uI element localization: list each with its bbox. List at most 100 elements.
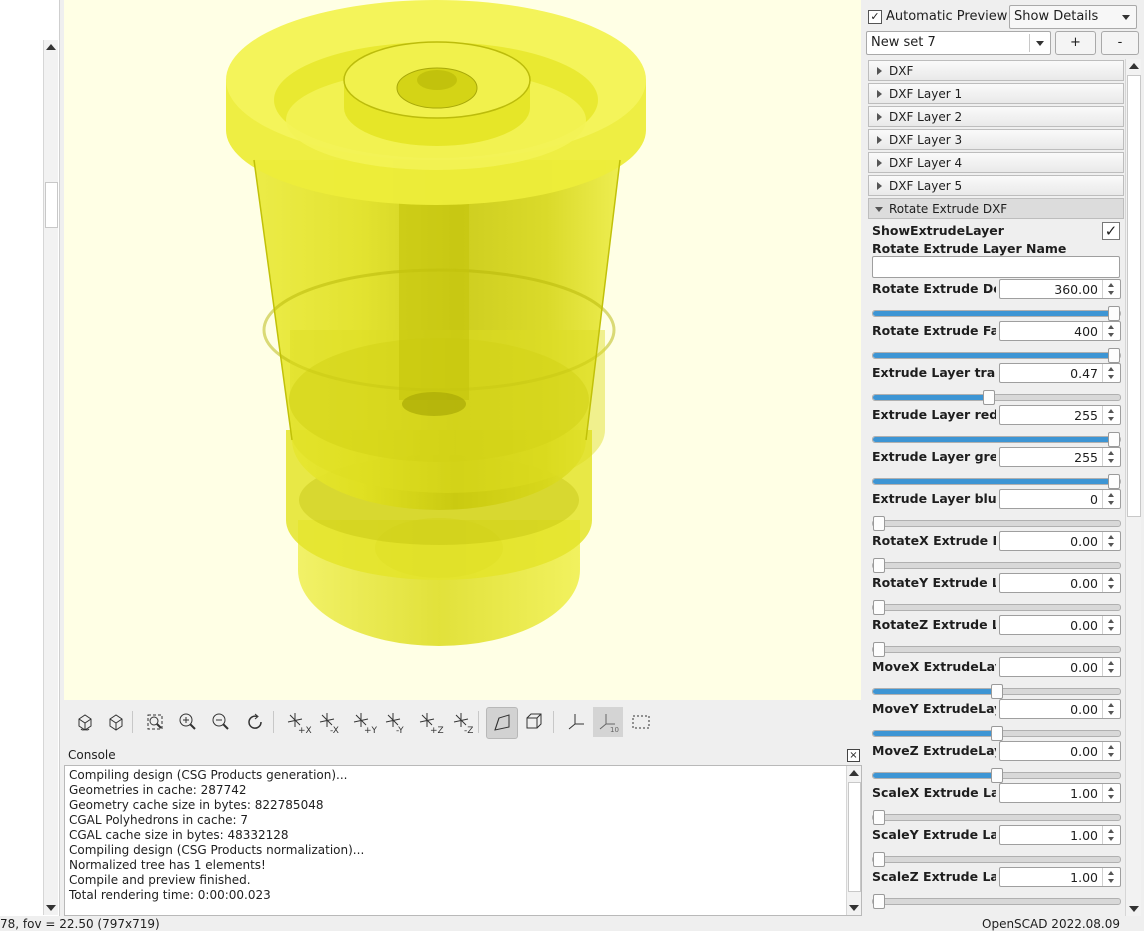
view-left-icon[interactable]: -X [314,707,344,737]
spin-arrows-icon[interactable] [1102,574,1120,592]
spin-arrows-icon[interactable] [1102,280,1120,298]
group-header-dxf-layer-1[interactable]: DXF Layer 1 [868,83,1124,104]
param-6-spinbox[interactable]: 0.00 [999,531,1121,551]
param-3-slider[interactable] [872,432,1121,447]
slider-handle[interactable] [1108,432,1120,447]
slider-handle[interactable] [990,768,1003,783]
slider-handle[interactable] [873,642,885,657]
slider-handle[interactable] [873,894,885,909]
param-13-slider[interactable] [872,852,1121,867]
orthogonal-icon[interactable] [519,707,549,737]
perspective-icon[interactable] [486,707,518,739]
spin-arrows-icon[interactable] [1102,406,1120,424]
param-9-spinbox[interactable]: 0.00 [999,657,1121,677]
scroll-down-arrow-icon[interactable] [46,905,56,911]
parameter-scrollbar[interactable] [1125,59,1141,916]
spin-arrows-icon[interactable] [1102,868,1120,886]
preview-icon[interactable] [70,707,100,737]
reset-view-icon[interactable] [240,707,270,737]
editor-scrollbar[interactable] [43,40,58,915]
slider-handle[interactable] [983,390,996,405]
param-8-slider[interactable] [872,642,1121,657]
render-icon[interactable] [101,707,131,737]
scroll-up-arrow-icon[interactable] [46,44,56,50]
param-0-slider[interactable] [872,306,1121,321]
view-bottom-icon[interactable]: -Z [448,707,478,737]
show-axes-icon[interactable] [561,707,591,737]
show-extrude-layer-checkbox[interactable]: ✓ [1102,222,1120,240]
group-header-dxf-layer-3[interactable]: DXF Layer 3 [868,129,1124,150]
spin-arrows-icon[interactable] [1102,616,1120,634]
automatic-preview-checkbox[interactable]: ✓ [868,10,882,24]
zoom-out-icon[interactable] [206,707,236,737]
group-header-dxf[interactable]: DXF [868,60,1124,81]
spin-arrows-icon[interactable] [1102,322,1120,340]
view-right-icon[interactable]: +X [282,707,312,737]
slider-handle[interactable] [1108,348,1120,363]
param-10-spinbox[interactable]: 0.00 [999,699,1121,719]
param-6-slider[interactable] [872,558,1121,573]
param-12-slider[interactable] [872,810,1121,825]
close-icon[interactable]: × [847,749,860,762]
slider-handle[interactable] [1108,306,1120,321]
slider-handle[interactable] [1108,474,1120,489]
param-3-spinbox[interactable]: 255 [999,405,1121,425]
spin-arrows-icon[interactable] [1102,658,1120,676]
group-header-dxf-layer-4[interactable]: DXF Layer 4 [868,152,1124,173]
scroll-up-arrow-icon[interactable] [849,770,859,776]
param-11-slider[interactable] [872,768,1121,783]
param-11-spinbox[interactable]: 0.00 [999,741,1121,761]
scroll-up-arrow-icon[interactable] [1129,63,1139,69]
editor-scroll-thumb[interactable] [45,182,58,228]
scroll-down-arrow-icon[interactable] [1129,906,1139,912]
show-edges-icon[interactable] [626,707,656,737]
spin-arrows-icon[interactable] [1102,742,1120,760]
spin-arrows-icon[interactable] [1102,364,1120,382]
param-8-spinbox[interactable]: 0.00 [999,615,1121,635]
slider-handle[interactable] [873,516,885,531]
scroll-down-arrow-icon[interactable] [849,905,859,911]
3d-viewport[interactable] [64,0,861,700]
param-0-spinbox[interactable]: 360.00 [999,279,1121,299]
zoom-in-icon[interactable] [173,707,203,737]
group-header-rotate-extrude-dxf[interactable]: Rotate Extrude DXF [868,198,1124,219]
param-10-slider[interactable] [872,726,1121,741]
param-13-spinbox[interactable]: 1.00 [999,825,1121,845]
slider-handle[interactable] [990,726,1003,741]
param-5-slider[interactable] [872,516,1121,531]
param-2-spinbox[interactable]: 0.47 [999,363,1121,383]
spin-arrows-icon[interactable] [1102,784,1120,802]
show-scale-markers-icon[interactable]: 10 [593,707,623,737]
param-14-slider[interactable] [872,894,1121,909]
slider-handle[interactable] [873,852,885,867]
remove-preset-button[interactable]: - [1101,31,1139,55]
spin-arrows-icon[interactable] [1102,700,1120,718]
console-scroll-thumb[interactable] [848,782,861,892]
console-output[interactable]: Compiling design (CSG Products generatio… [64,765,862,916]
group-header-dxf-layer-5[interactable]: DXF Layer 5 [868,175,1124,196]
view-top-icon[interactable]: +Z [414,707,444,737]
slider-handle[interactable] [873,810,885,825]
param-7-slider[interactable] [872,600,1121,615]
param-14-spinbox[interactable]: 1.00 [999,867,1121,887]
preset-select[interactable]: New set 7 [866,31,1051,55]
param-1-slider[interactable] [872,348,1121,363]
add-preset-button[interactable]: + [1055,31,1096,55]
param-4-spinbox[interactable]: 255 [999,447,1121,467]
spin-arrows-icon[interactable] [1102,490,1120,508]
param-1-spinbox[interactable]: 400 [999,321,1121,341]
parameter-scroll-thumb[interactable] [1127,75,1141,517]
spin-arrows-icon[interactable] [1102,826,1120,844]
view-back-icon[interactable]: +Y [348,707,378,737]
slider-handle[interactable] [990,684,1003,699]
param-2-slider[interactable] [872,390,1121,405]
spin-arrows-icon[interactable] [1102,532,1120,550]
slider-handle[interactable] [873,600,885,615]
show-details-select[interactable]: Show Details [1009,5,1137,29]
rotate-extrude-layer-name-input[interactable] [872,256,1120,278]
param-4-slider[interactable] [872,474,1121,489]
group-header-dxf-layer-2[interactable]: DXF Layer 2 [868,106,1124,127]
console-scrollbar[interactable] [846,766,861,915]
slider-handle[interactable] [873,558,885,573]
param-7-spinbox[interactable]: 0.00 [999,573,1121,593]
